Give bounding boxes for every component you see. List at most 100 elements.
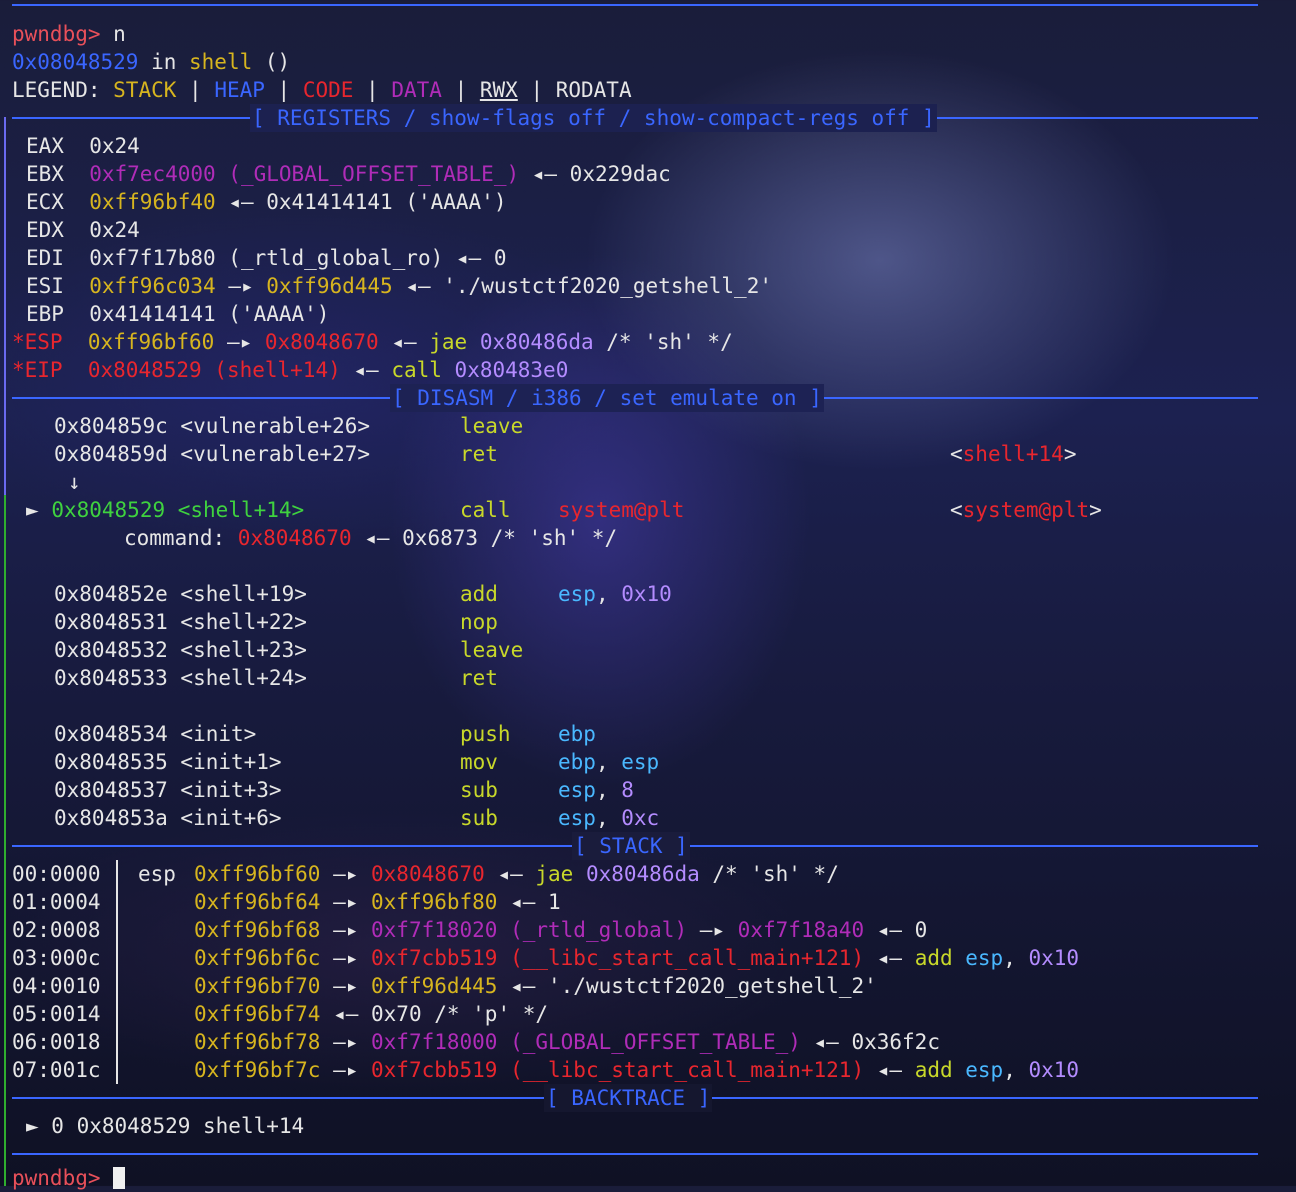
- arrow: —▸: [320, 946, 372, 970]
- stack-deref: ◂— 0x70 /* 'p' */: [320, 1002, 549, 1026]
- arrow: —▸: [320, 1058, 372, 1082]
- insn-addr: 0x804859d <vulnerable+27>: [54, 442, 371, 466]
- insn-addr: 0x804853a <init+6>: [54, 806, 282, 830]
- register-eax: EAX 0x24: [26, 132, 140, 160]
- stack-operand: 0x10: [1028, 946, 1080, 970]
- insn-addr: 0x8048531 <shell+22>: [54, 610, 307, 634]
- arg-label: command:: [124, 526, 238, 550]
- stack-row: 04:0010 0xff96bf70 —▸ 0xff96d445 ◂— './wu…: [12, 972, 1262, 1000]
- reg-value: 0x24: [89, 134, 140, 158]
- disasm-line: 0x804859c <vulnerable+26> leave: [54, 412, 523, 440]
- command-text: n: [113, 22, 126, 46]
- reg-name: EBP: [26, 302, 64, 326]
- stack-op: add: [914, 946, 953, 970]
- stack-deref: ◂— 0x36f2c: [800, 1030, 940, 1054]
- disasm-current-line: ► 0x8048529 <shell+14> call system@plt <sys…: [26, 496, 1126, 524]
- insn-op: nop: [460, 610, 498, 634]
- stack-addr: 0xff96bf60: [194, 862, 321, 886]
- register-edi: EDI 0xf7f17b80 (_rtld_global_ro) ◂— 0: [26, 244, 506, 272]
- reg-op: call: [391, 358, 442, 382]
- terminal-window[interactable]: pwndbg> n 0x08048529 in shell () LEGEND:…: [0, 0, 1296, 1190]
- insn-addr: 0x8048537 <init+3>: [54, 778, 282, 802]
- reg-value2: 0x8048670: [264, 330, 379, 354]
- stack-value: 0xff96bf80: [371, 890, 498, 914]
- stack-reg: esp: [138, 862, 176, 886]
- stack-value2: 0x80486da: [573, 862, 700, 886]
- disasm-line: 0x804852e <shell+19> add esp, 0x10: [54, 580, 754, 608]
- reg-value: 0xff96c034: [89, 274, 216, 298]
- insn-operand: ebp: [558, 750, 596, 774]
- stack-addr: 0xff96bf64: [194, 890, 321, 914]
- reg-deref: ◂— 0x229dac: [519, 162, 671, 186]
- legend-rwx: RWX: [479, 78, 518, 102]
- stack-operand: 0x10: [1028, 1058, 1080, 1082]
- stack-deref: ◂— './wustctf2020_getshell_2': [497, 974, 877, 998]
- register-edx: EDX 0x24: [26, 216, 140, 244]
- stack-value: 0xf7f18000 (_GLOBAL_OFFSET_TABLE_): [371, 1030, 801, 1054]
- comma: ,: [595, 750, 622, 774]
- stack-offset: 06:0018: [12, 1030, 101, 1054]
- disasm-line: 0x8048537 <init+3> sub esp, 8: [54, 776, 754, 804]
- reg-name: ESI: [26, 274, 64, 298]
- registers-header-label: [ REGISTERS / show-flags off / show-comp…: [250, 104, 937, 132]
- stack-deref: ◂— 1: [497, 890, 561, 914]
- insn-operand: esp: [558, 778, 596, 802]
- insn-op: ret: [460, 442, 498, 466]
- disasm-header: [ DISASM / i386 / set emulate on ]: [12, 384, 1258, 412]
- legend-sep: |: [517, 78, 556, 102]
- stack-op: jae: [535, 862, 574, 886]
- insn-operand: esp: [558, 582, 596, 606]
- legend-title: LEGEND:: [12, 78, 114, 102]
- stack-operand: esp: [952, 1058, 1004, 1082]
- stack-comment: /* 'sh' */: [699, 862, 839, 886]
- register-esi: ESI 0xff96c034 —▸ 0xff96d445 ◂— './wustc…: [26, 272, 772, 300]
- register-ecx: ECX 0xff96bf40 ◂— 0x41414141 ('AAAA'): [26, 188, 506, 216]
- reg-name: EDX: [26, 218, 64, 242]
- location-address: 0x08048529: [12, 50, 139, 74]
- arrow: ◂—: [378, 330, 430, 354]
- comma: ,: [595, 582, 622, 606]
- legend-line: LEGEND: STACK | HEAP | CODE | DATA | RWX…: [12, 76, 632, 104]
- insn-op: sub: [460, 806, 498, 830]
- stack-deref: ◂— 0: [864, 918, 928, 942]
- insn-op: leave: [460, 414, 524, 438]
- insn-operand: 0x10: [621, 582, 672, 606]
- disasm-line: 0x804859d <vulnerable+27> ret <shell+14>: [54, 440, 1154, 468]
- gutter-marker-registers: [4, 117, 6, 495]
- register-esp: *ESP 0xff96bf60 —▸ 0x8048670 ◂— jae 0x80…: [12, 328, 733, 356]
- stack-row: 03:000c 0xff96bf6c —▸ 0xf7cbb519 (__libc_…: [12, 944, 1262, 972]
- stack-addr: 0xff96bf7c: [194, 1058, 321, 1082]
- call-argument: command: 0x8048670 ◂— 0x6873 /* 'sh' */: [124, 524, 617, 552]
- stack-offset: 07:001c: [12, 1058, 101, 1082]
- arg-deref: ◂— 0x6873 /* 'sh' */: [351, 526, 618, 550]
- comma: ,: [595, 806, 622, 830]
- reg-value: 0x41414141 ('AAAA'): [89, 302, 330, 326]
- current-frame-icon: ►: [26, 1114, 39, 1138]
- stack-row: 02:0008 0xff96bf68 —▸ 0xf7f18020 (_rtld_g…: [12, 916, 1262, 944]
- stack-addr: 0xff96bf6c: [194, 946, 321, 970]
- legend-rodata: RODATA: [555, 78, 632, 102]
- registers-header: [ REGISTERS / show-flags off / show-comp…: [12, 104, 1258, 132]
- target-bracket: >: [1063, 442, 1077, 466]
- stack-value2: 0xf7f18a40: [737, 918, 865, 942]
- reg-addr: 0x80486da: [467, 330, 594, 354]
- stack-op: add: [914, 1058, 953, 1082]
- comma: ,: [595, 778, 622, 802]
- insn-addr: 0x8048534 <init>: [54, 722, 257, 746]
- location-suffix: (): [252, 50, 291, 74]
- insn-arg: system@plt: [558, 498, 685, 522]
- target-bracket: <: [950, 498, 963, 522]
- insn-addr: 0x8048529 <shell+14>: [51, 498, 305, 522]
- arrow: ◂—: [484, 862, 536, 886]
- input-prompt-line[interactable]: pwndbg>: [12, 1164, 126, 1192]
- stack-value: 0xff96d445: [371, 974, 498, 998]
- stack-value: 0xf7f18020 (_rtld_global): [371, 918, 688, 942]
- stack-addr: 0xff96bf68: [194, 918, 321, 942]
- arg-value: 0x8048670: [237, 526, 352, 550]
- stack-row: 05:0014 0xff96bf74 ◂— 0x70 /* 'p' */: [12, 1000, 1262, 1028]
- insn-operand: esp: [621, 750, 660, 774]
- insn-op: mov: [460, 750, 498, 774]
- reg-name: EBX: [26, 162, 64, 186]
- reg-op: jae: [429, 330, 468, 354]
- insn-op: ret: [460, 666, 498, 690]
